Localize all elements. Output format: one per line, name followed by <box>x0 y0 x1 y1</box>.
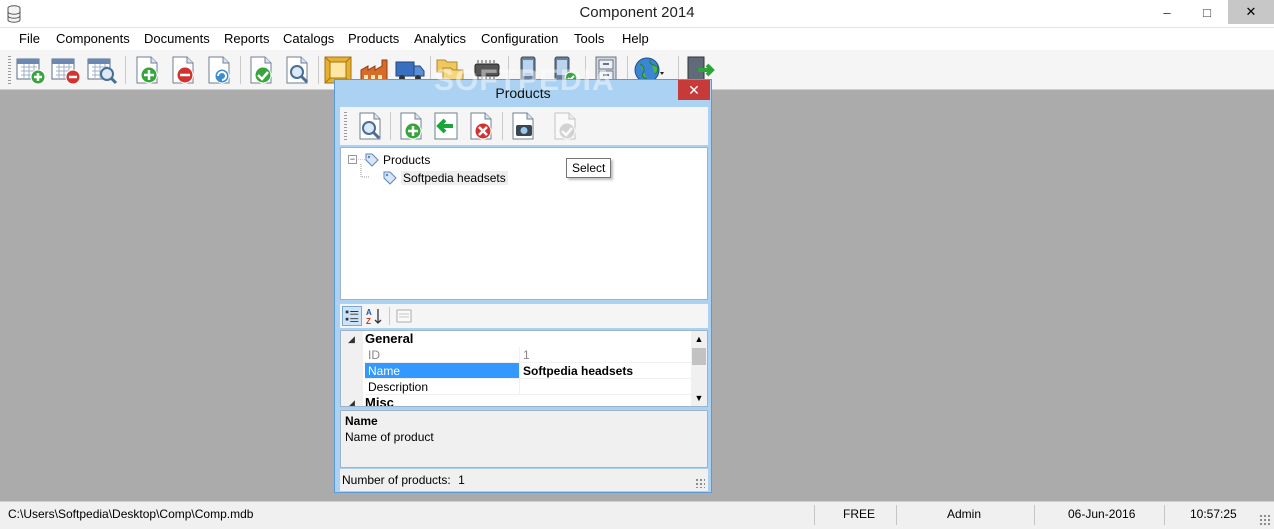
tree-node-root-label: Products <box>383 153 431 167</box>
license-status: FREE <box>843 507 876 521</box>
toolbar-separator <box>390 112 391 140</box>
toolbar-separator <box>125 56 126 84</box>
dialog-toolbar <box>340 107 708 145</box>
menu-tools[interactable]: Tools <box>574 31 604 46</box>
calendar-search-icon[interactable] <box>86 54 118 86</box>
status-separator <box>1164 505 1165 525</box>
document-remove-icon[interactable] <box>168 54 200 86</box>
property-description-text: Name of product <box>345 430 434 444</box>
menu-analytics[interactable]: Analytics <box>414 31 466 46</box>
current-date: 06-Jun-2016 <box>1068 507 1136 521</box>
category-misc-label: Misc <box>365 395 394 407</box>
dialog-status-bar: Number of products: 1 <box>340 469 708 491</box>
minimize-button[interactable]: – <box>1152 0 1182 24</box>
window-resize-grip[interactable] <box>1259 514 1271 526</box>
category-general[interactable]: ◢ General <box>341 331 693 347</box>
toolbar-grip[interactable] <box>344 112 347 140</box>
property-name-name: Name <box>365 363 519 379</box>
property-grid-scrollbar[interactable]: ▲ ▼ <box>691 331 707 406</box>
property-row-name[interactable]: Name Softpedia headsets <box>341 363 693 379</box>
database-path: C:\Users\Softpedia\Desktop\Comp\Comp.mdb <box>8 507 254 521</box>
property-description-title: Name <box>345 414 378 428</box>
select-tooltip: Select <box>566 158 612 178</box>
watermark: SOFTPEDIA <box>434 64 615 97</box>
close-button[interactable]: ✕ <box>1228 0 1274 24</box>
menu-help[interactable]: Help <box>622 31 649 46</box>
categorized-icon[interactable] <box>342 306 362 326</box>
add-icon[interactable] <box>396 110 428 142</box>
menu-components[interactable]: Components <box>56 31 130 46</box>
menu-products[interactable]: Products <box>348 31 399 46</box>
scroll-down-arrow-icon[interactable]: ▼ <box>691 390 707 406</box>
svg-text:A: A <box>366 308 372 317</box>
status-separator <box>814 505 815 525</box>
menu-configuration[interactable]: Configuration <box>481 31 558 46</box>
status-bar: C:\Users\Softpedia\Desktop\Comp\Comp.mdb… <box>0 501 1274 529</box>
svg-text:Z: Z <box>366 317 371 326</box>
toolbar-separator <box>240 56 241 84</box>
menu-bar: File Components Documents Reports Catalo… <box>0 28 1274 50</box>
category-misc[interactable]: ◢ Misc <box>341 395 693 407</box>
products-count-value: 1 <box>458 473 465 487</box>
property-value-id: 1 <box>519 347 693 363</box>
current-time: 10:57:25 <box>1190 507 1237 521</box>
camera-icon[interactable] <box>508 110 540 142</box>
products-count-label: Number of products: <box>342 473 451 487</box>
delete-icon[interactable] <box>466 110 498 142</box>
property-grid-toolbar: AZ <box>340 304 708 328</box>
search-icon[interactable] <box>354 110 386 142</box>
back-icon[interactable] <box>430 110 462 142</box>
menu-reports[interactable]: Reports <box>224 31 270 46</box>
toolbar-separator <box>389 307 390 325</box>
category-general-label: General <box>365 331 414 346</box>
toolbar-grip[interactable] <box>8 56 11 84</box>
tag-icon <box>383 171 397 185</box>
menu-documents[interactable]: Documents <box>144 31 210 46</box>
dialog-close-button[interactable]: ✕ <box>678 80 710 100</box>
property-description-pane: Name Name of product <box>340 410 708 468</box>
calendar-add-icon[interactable] <box>15 54 47 86</box>
document-search-icon[interactable] <box>282 54 314 86</box>
tree-node-child[interactable]: Softpedia headsets <box>383 170 508 186</box>
sort-alphabetical-icon[interactable]: AZ <box>364 306 384 326</box>
window-title: Component 2014 <box>579 4 695 21</box>
document-add-icon[interactable] <box>132 54 164 86</box>
menu-file[interactable]: File <box>19 31 40 46</box>
dialog-resize-grip[interactable] <box>695 478 705 488</box>
document-check-icon[interactable] <box>246 54 278 86</box>
collapse-caret-icon[interactable]: ◢ <box>348 331 355 347</box>
title-bar: Component 2014 – □ ✕ <box>0 0 1274 28</box>
menu-catalogs[interactable]: Catalogs <box>283 31 334 46</box>
products-dialog: Products ✕ − Products Softpedia headsets… <box>334 79 712 493</box>
toolbar-separator <box>318 56 319 84</box>
property-row-id[interactable]: ID 1 <box>341 347 693 363</box>
property-name-id: ID <box>365 347 519 363</box>
document-refresh-icon[interactable] <box>204 54 236 86</box>
status-separator <box>896 505 897 525</box>
property-grid[interactable]: ◢ General ID 1 Name Softpedia headsets D… <box>340 330 708 407</box>
property-name-description: Description <box>365 379 519 395</box>
select-icon[interactable] <box>550 110 582 142</box>
scroll-thumb[interactable] <box>692 348 706 365</box>
property-row-description[interactable]: Description <box>341 379 693 395</box>
calendar-remove-icon[interactable] <box>50 54 82 86</box>
property-value-description[interactable] <box>519 379 693 395</box>
tree-node-root[interactable]: Products <box>365 152 430 168</box>
tree-node-child-label: Softpedia headsets <box>401 171 508 185</box>
toolbar-separator <box>502 112 503 140</box>
tag-icon <box>365 153 379 167</box>
products-tree[interactable]: − Products Softpedia headsets <box>340 147 708 300</box>
property-value-name[interactable]: Softpedia headsets <box>519 363 693 379</box>
current-user: Admin <box>947 507 982 521</box>
maximize-button[interactable]: □ <box>1192 0 1222 24</box>
status-separator <box>1034 505 1035 525</box>
scroll-up-arrow-icon[interactable]: ▲ <box>691 331 707 347</box>
collapse-caret-icon[interactable]: ◢ <box>348 395 355 406</box>
property-pages-icon[interactable] <box>394 306 414 326</box>
tree-collapse-toggle[interactable]: − <box>348 155 357 164</box>
